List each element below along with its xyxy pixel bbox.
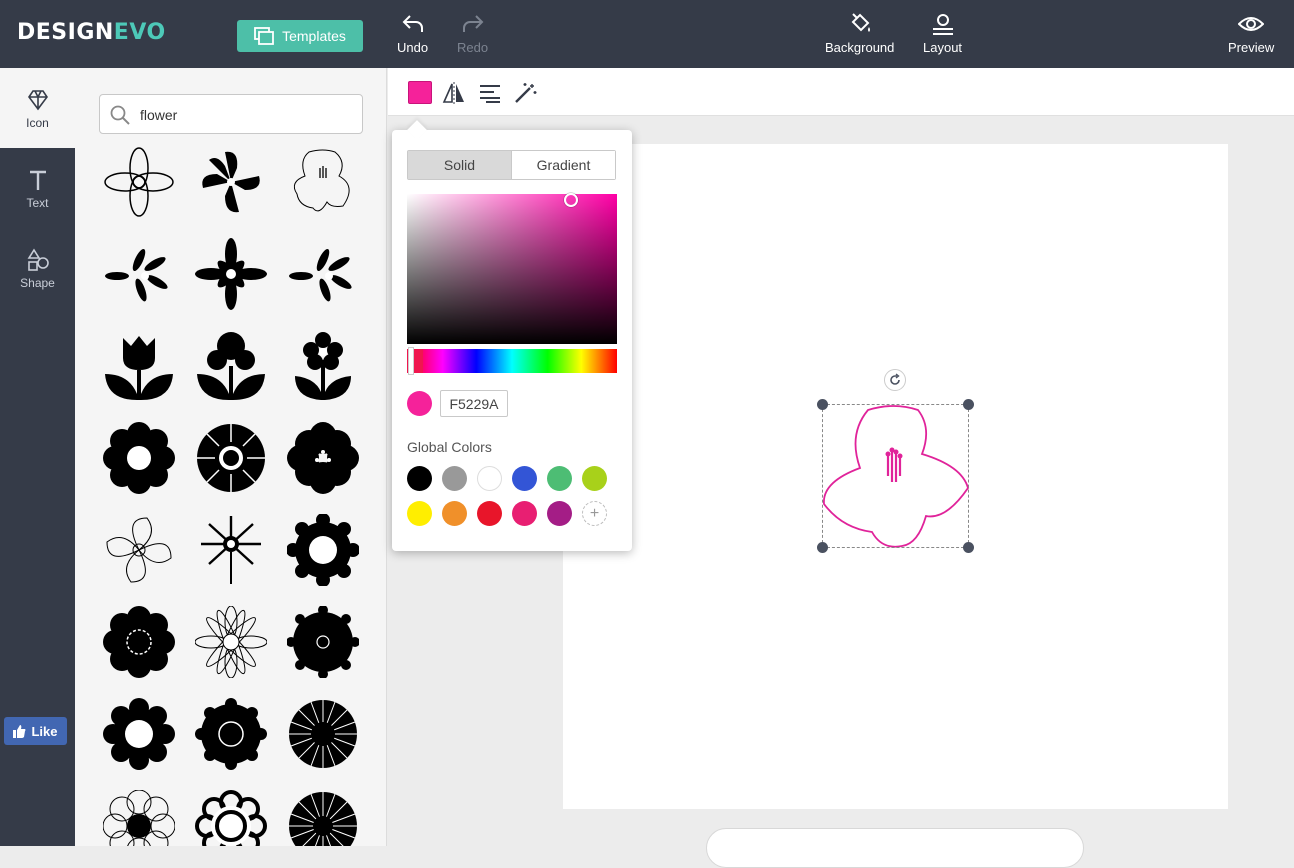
- context-toolbar: [388, 68, 1294, 116]
- global-color-swatch[interactable]: [582, 466, 607, 491]
- layout-button[interactable]: Layout: [923, 12, 962, 55]
- sunflower-icon[interactable]: [195, 422, 267, 494]
- bud-flower-icon[interactable]: [195, 330, 267, 402]
- gear-flower-icon[interactable]: [287, 514, 359, 586]
- facebook-like-button[interactable]: Like: [4, 717, 67, 745]
- search-input[interactable]: [140, 104, 350, 126]
- tulip-icon[interactable]: [103, 330, 175, 402]
- plus-icon: +: [589, 504, 600, 522]
- nav-item-icon[interactable]: Icon: [0, 88, 75, 130]
- eye-icon: [1238, 17, 1265, 31]
- fill-color-swatch[interactable]: [408, 81, 432, 104]
- undo-button[interactable]: Undo: [397, 12, 428, 55]
- hue-slider-handle[interactable]: [408, 347, 414, 375]
- global-color-swatch[interactable]: [442, 501, 467, 526]
- background-button[interactable]: Background: [825, 12, 894, 55]
- ring-outline-flower-icon[interactable]: [195, 790, 267, 846]
- global-color-swatch[interactable]: [477, 501, 502, 526]
- rotate-icon: [890, 373, 900, 385]
- resize-handle-top-right[interactable]: [963, 399, 974, 410]
- undo-icon: [402, 15, 423, 32]
- lotus-outline-icon[interactable]: [103, 146, 175, 218]
- tab-solid[interactable]: Solid: [408, 151, 511, 179]
- color-picker-popup: Solid Gradient F5229A Global Colors +: [392, 120, 632, 551]
- redo-button[interactable]: Redo: [457, 12, 488, 55]
- thumbs-up-icon: [13, 724, 26, 738]
- hue-slider[interactable]: [407, 349, 617, 373]
- icon-panel: [75, 68, 387, 846]
- current-color-swatch: [407, 391, 432, 416]
- color-mode-toggle: Solid Gradient: [407, 150, 616, 180]
- shapes-icon: [27, 248, 49, 271]
- templates-label: Templates: [282, 28, 346, 44]
- add-global-color-button[interactable]: +: [582, 501, 607, 526]
- paint-bucket-icon: [851, 13, 870, 32]
- zoom-controls-bar: [706, 828, 1084, 868]
- nav-item-shape[interactable]: Shape: [0, 248, 75, 290]
- global-color-swatch[interactable]: [547, 466, 572, 491]
- resize-handle-bottom-right[interactable]: [963, 542, 974, 553]
- tab-gradient[interactable]: Gradient: [511, 151, 615, 179]
- global-color-swatch[interactable]: [512, 501, 537, 526]
- resize-handle-top-left[interactable]: [817, 399, 828, 410]
- global-color-swatch[interactable]: [547, 501, 572, 526]
- diamond-icon: [27, 90, 48, 111]
- preview-button[interactable]: Preview: [1228, 12, 1274, 55]
- global-color-swatch[interactable]: [407, 466, 432, 491]
- left-nav: Icon Text Shape Like: [0, 68, 75, 846]
- lily-outline-icon[interactable]: [287, 146, 359, 218]
- templates-icon: [254, 27, 274, 45]
- round-petal-flower-icon[interactable]: [195, 698, 267, 770]
- sunburst-flower-icon[interactable]: [287, 606, 359, 678]
- selection-box: [822, 404, 969, 548]
- magic-wand-icon[interactable]: [514, 82, 538, 104]
- saturation-value-area[interactable]: [407, 194, 617, 344]
- branch-leaves-right-icon[interactable]: [287, 238, 359, 310]
- redo-icon: [462, 15, 483, 32]
- align-icon[interactable]: [478, 82, 502, 104]
- nav-item-text[interactable]: Text: [0, 168, 75, 210]
- global-colors-label: Global Colors: [407, 439, 492, 455]
- search-box: [99, 94, 363, 134]
- global-color-swatch[interactable]: [512, 466, 537, 491]
- global-color-swatch[interactable]: [407, 501, 432, 526]
- outline-petal-flower-icon[interactable]: [103, 790, 175, 846]
- spiral-flower-outline-icon[interactable]: [103, 514, 175, 586]
- stem-flower-icon[interactable]: [287, 330, 359, 402]
- dense-petal-flower-icon[interactable]: [287, 790, 359, 846]
- eight-petal-flower-icon[interactable]: [195, 238, 267, 310]
- dotted-flower-icon[interactable]: [287, 422, 359, 494]
- search-icon: [110, 105, 130, 125]
- resize-handle-bottom-left[interactable]: [817, 542, 828, 553]
- dashed-flower-icon[interactable]: [103, 606, 175, 678]
- rotate-handle[interactable]: [884, 369, 906, 391]
- global-color-swatch[interactable]: [442, 466, 467, 491]
- hex-color-input[interactable]: F5229A: [440, 390, 508, 417]
- stemmed-daisy-icon[interactable]: [195, 514, 267, 586]
- daisy-hole-icon[interactable]: [103, 422, 175, 494]
- saturation-handle[interactable]: [564, 193, 578, 207]
- global-color-swatch[interactable]: [477, 466, 502, 491]
- spiky-daisy-icon[interactable]: [287, 698, 359, 770]
- outline-daisy-icon[interactable]: [195, 606, 267, 678]
- layout-icon: [932, 14, 953, 35]
- ring-flower-icon[interactable]: [103, 698, 175, 770]
- flip-horizontal-icon[interactable]: [442, 82, 466, 104]
- app-logo[interactable]: DESIGNEVO: [17, 20, 166, 45]
- pinwheel-flower-icon[interactable]: [195, 146, 267, 218]
- branch-leaves-left-icon[interactable]: [103, 238, 175, 310]
- text-t-icon: [29, 170, 46, 190]
- top-bar: DESIGNEVO Templates Undo Redo Background…: [0, 0, 1294, 68]
- templates-button[interactable]: Templates: [237, 20, 363, 52]
